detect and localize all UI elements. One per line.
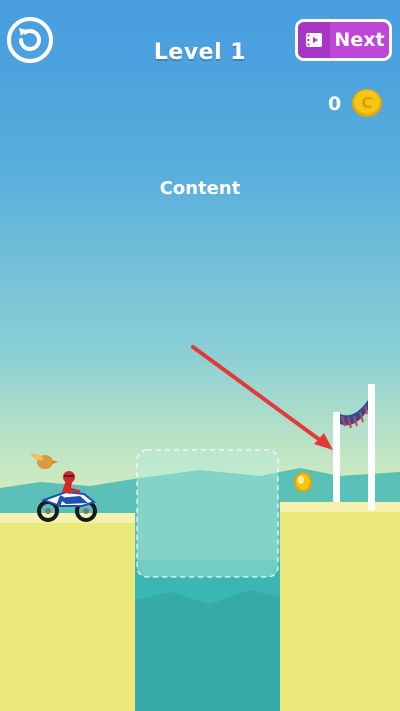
ground-left <box>0 523 135 711</box>
draw-area[interactable] <box>136 449 279 578</box>
coin-pickup <box>294 472 312 492</box>
ground-right <box>280 512 400 711</box>
video-icon <box>298 22 330 58</box>
next-button[interactable]: Next <box>295 19 392 61</box>
bird <box>30 453 58 469</box>
next-button-label: Next <box>334 29 385 51</box>
coin-icon: C <box>352 89 382 117</box>
arrow-pointer <box>191 345 333 450</box>
content-label: Content <box>159 178 241 199</box>
water-hills <box>135 590 282 711</box>
coin-count: 0 <box>328 93 342 115</box>
coin-symbol: C <box>361 94 372 112</box>
